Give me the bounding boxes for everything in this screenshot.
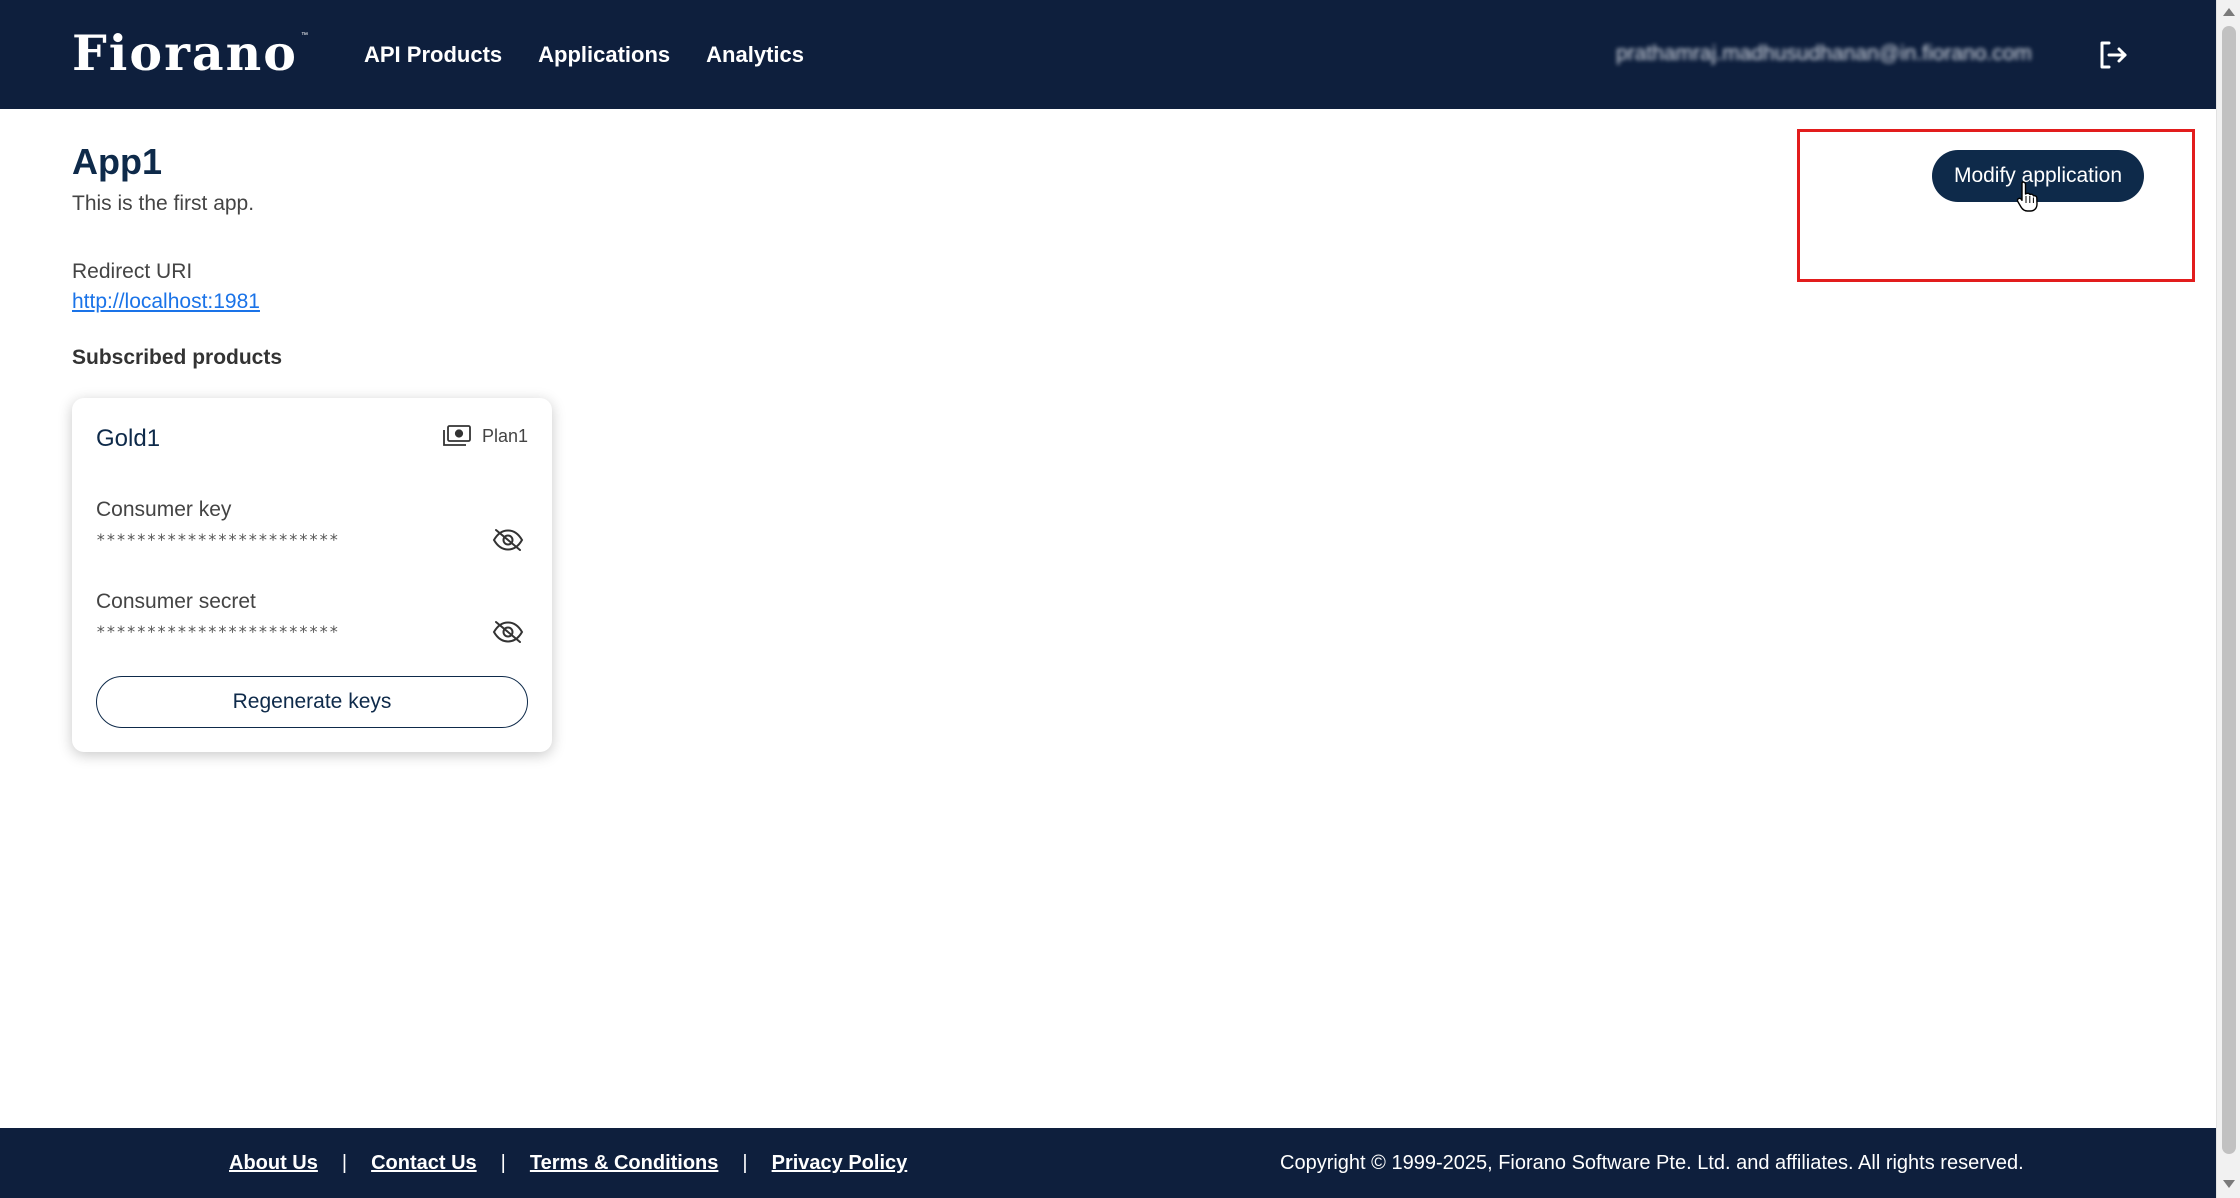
footer-separator: | [500,1152,506,1174]
fiorano-logo[interactable]: Fiorano ™ [72,28,308,78]
scroll-down-arrow-icon[interactable] [2223,1180,2235,1188]
main-nav: API Products Applications Analytics [364,38,804,72]
footer: About Us | Contact Us | Terms & Conditio… [0,1128,2216,1198]
top-navigation-bar: Fiorano ™ API Products Applications Anal… [0,0,2216,109]
scroll-up-arrow-icon[interactable] [2223,8,2235,16]
logo-text: Fiorano [72,24,298,82]
eye-off-icon[interactable] [492,528,524,552]
footer-contact-us-link[interactable]: Contact Us [371,1150,477,1176]
eye-off-icon[interactable] [492,620,524,644]
footer-separator: | [341,1152,348,1174]
vertical-scrollbar[interactable] [2216,0,2240,1198]
logout-icon[interactable] [2096,38,2130,72]
subscribed-products-heading: Subscribed products [72,346,283,369]
consumer-key-value: ************************ [96,530,340,549]
nav-applications[interactable]: Applications [538,38,670,72]
scrollbar-thumb[interactable] [2222,26,2236,1154]
app-description: This is the first app. [72,192,255,215]
nav-analytics[interactable]: Analytics [706,38,804,72]
product-title: Gold1 [96,425,161,452]
logo-trademark: ™ [300,32,308,39]
consumer-key-label: Consumer key [96,498,232,521]
footer-privacy-link[interactable]: Privacy Policy [772,1150,908,1176]
consumer-secret-label: Consumer secret [96,590,256,613]
money-icon [442,424,472,448]
product-card: Gold1 Plan1 Consumer key ***************… [72,398,552,752]
modify-application-button[interactable]: Modify application [1932,150,2144,202]
footer-about-us-link[interactable]: About Us [229,1150,318,1176]
footer-links: About Us | Contact Us | Terms & Conditio… [229,1150,907,1176]
footer-separator: | [742,1152,748,1174]
nav-api-products[interactable]: API Products [364,38,502,72]
plan-badge: Plan1 [442,424,528,448]
redirect-uri-link[interactable]: http://localhost:1981 [72,288,260,316]
copyright-text: Copyright © 1999-2025, Fiorano Software … [1280,1152,2024,1174]
user-email: prathamraj.madhusudhanan@in.fiorano.com [1616,42,2032,65]
plan-label: Plan1 [481,426,528,446]
consumer-secret-value: ************************ [96,622,340,641]
regenerate-keys-button[interactable]: Regenerate keys [96,676,528,728]
redirect-uri-label: Redirect URI [72,260,193,283]
footer-terms-link[interactable]: Terms & Conditions [530,1150,719,1176]
page-title: App1 [72,141,162,182]
